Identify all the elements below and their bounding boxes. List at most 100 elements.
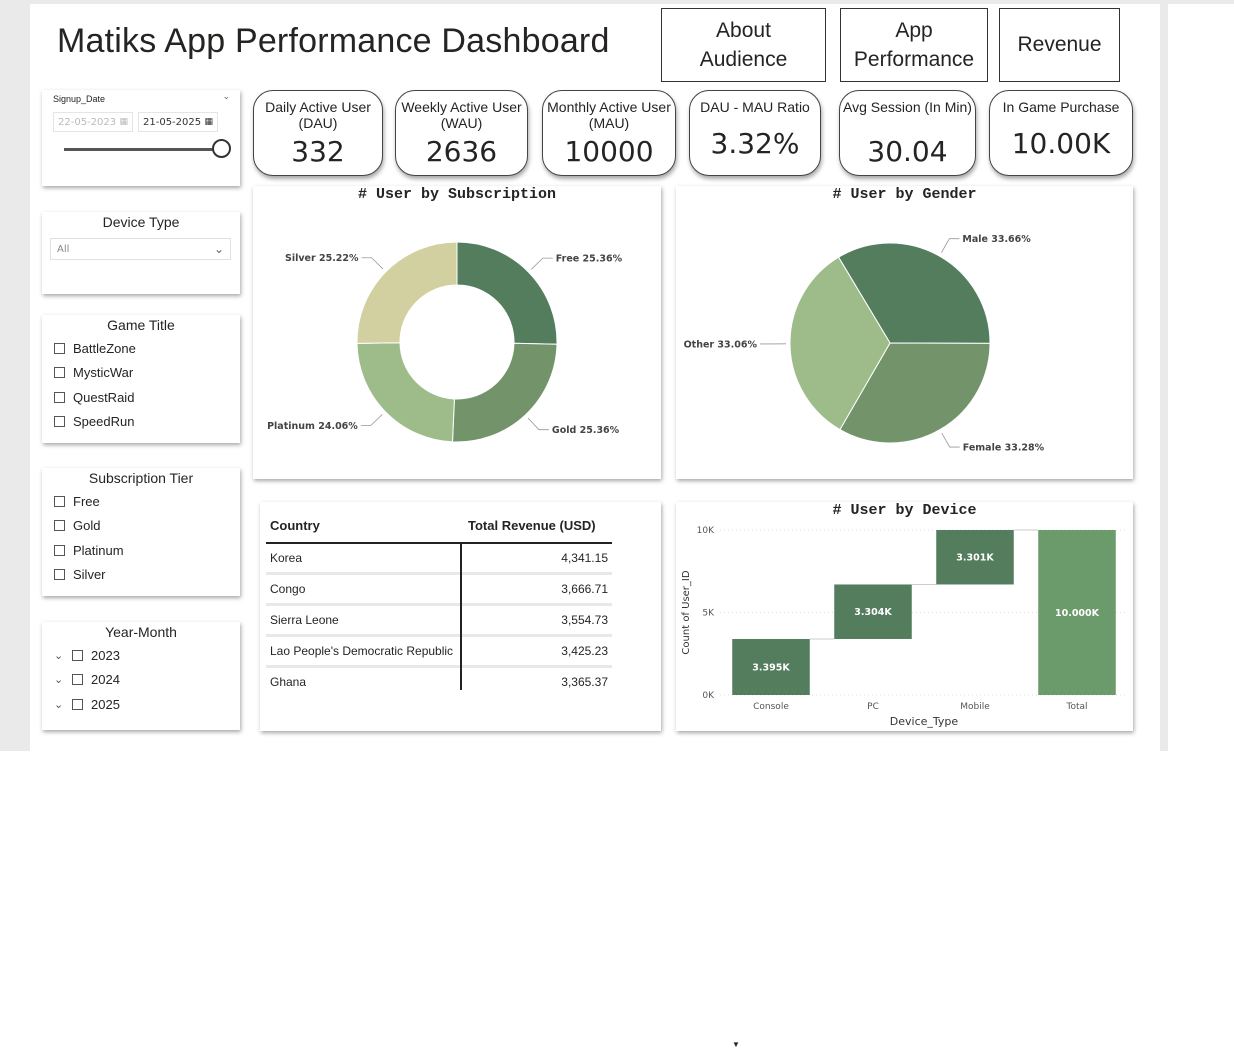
checkbox[interactable] <box>54 416 65 427</box>
slice-gold <box>452 343 556 442</box>
start-date-value: 22-05-2023 <box>58 117 116 128</box>
checkbox[interactable] <box>54 496 65 507</box>
kpi-card-dau-mau-ratio: DAU - MAU Ratio 3.32% <box>689 90 821 176</box>
checkbox-label: Gold <box>73 518 100 533</box>
checkbox-free[interactable]: Free <box>54 494 100 509</box>
table-row[interactable]: Sierra Leone3,554.73 <box>266 605 612 636</box>
device-type-slicer: Device Type All ⌄ <box>42 212 240 294</box>
checkbox-label: MysticWar <box>73 365 133 380</box>
checkbox[interactable] <box>54 343 65 354</box>
y-tick-label: 10K <box>697 526 715 536</box>
checkbox-mysticwar[interactable]: MysticWar <box>54 365 133 380</box>
kpi-value: 3.32% <box>690 127 820 160</box>
start-date-input[interactable]: 22-05-2023 ▦ <box>53 112 133 132</box>
end-date-value: 21-05-2025 <box>143 117 201 128</box>
table-column-divider <box>460 542 462 690</box>
device-type-dropdown[interactable]: All ⌄ <box>50 238 231 260</box>
app-performance-button[interactable]: App Performance <box>840 8 988 82</box>
calendar-icon[interactable]: ▦ <box>204 117 213 127</box>
country-cell: Congo <box>266 574 464 605</box>
checkbox-questraid[interactable]: QuestRaid <box>54 390 134 405</box>
device-chart-card: # User by Device 0K5K10KCount of User_ID… <box>676 502 1133 731</box>
slice-free <box>457 242 557 344</box>
checkbox-label: Platinum <box>73 543 124 558</box>
tree-item-2023[interactable]: ⌄ 2023 <box>54 648 120 663</box>
y-axis-label: Count of User_ID <box>681 570 692 654</box>
revenue-cell: 3,425.23 <box>464 636 612 667</box>
slice-label: Silver 25.22% <box>285 253 359 264</box>
checkbox[interactable] <box>54 569 65 580</box>
year-month-title: Year-Month <box>42 624 240 640</box>
x-tick-label: Console <box>753 702 789 712</box>
country-cell: Korea <box>266 543 464 574</box>
slice-label: Other 33.06% <box>684 339 758 350</box>
chevron-down-icon[interactable]: ⌄ <box>54 698 64 711</box>
revenue-button[interactable]: Revenue <box>999 8 1120 82</box>
kpi-label: Daily Active User (DAU) <box>254 99 382 131</box>
sort-desc-icon[interactable]: ▼ <box>732 1040 740 1049</box>
subscription-chart-card: # User by Subscription Free 25.36%Gold 2… <box>253 186 661 479</box>
checkbox-silver[interactable]: Silver <box>54 567 106 582</box>
date-range-track[interactable] <box>64 148 222 151</box>
date-range-handle[interactable] <box>212 139 231 158</box>
revenue-table: Country Total Revenue (USD)▼ Korea4,341.… <box>266 508 612 696</box>
leader-line <box>362 258 383 269</box>
leader-line <box>942 433 960 447</box>
kpi-label: DAU - MAU Ratio <box>690 99 820 115</box>
tree-item-2024[interactable]: ⌄ 2024 <box>54 672 120 687</box>
kpi-card-dau: Daily Active User (DAU) 332 <box>253 90 383 176</box>
table-row[interactable]: Ghana3,365.37 <box>266 667 612 697</box>
checkbox-speedrun[interactable]: SpeedRun <box>54 414 134 429</box>
leader-line <box>531 258 552 269</box>
kpi-value: 2636 <box>396 135 527 168</box>
device-waterfall-chart: 0K5K10KCount of User_IDDevice_Type3.395K… <box>676 502 1133 731</box>
column-header-total-revenue[interactable]: Total Revenue (USD)▼ <box>464 508 612 543</box>
chevron-down-icon[interactable]: ⌄ <box>54 673 64 686</box>
checkbox[interactable] <box>54 545 65 556</box>
checkbox-battlezone[interactable]: BattleZone <box>54 341 136 356</box>
slice-platinum <box>357 343 454 442</box>
about-audience-button[interactable]: About Audience <box>661 8 826 82</box>
checkbox[interactable] <box>54 367 65 378</box>
kpi-label: Monthly Active User (MAU) <box>543 99 675 131</box>
game-title-slicer: Game Title BattleZone MysticWar QuestRai… <box>42 315 240 443</box>
checkbox[interactable] <box>72 699 83 710</box>
checkbox-label: BattleZone <box>73 341 136 356</box>
calendar-icon[interactable]: ▦ <box>119 117 128 127</box>
device-type-selected: All <box>57 244 69 255</box>
device-type-title: Device Type <box>42 214 240 230</box>
table-row[interactable]: Korea4,341.15 <box>266 543 612 574</box>
checkbox-gold[interactable]: Gold <box>54 518 100 533</box>
tree-item-2025[interactable]: ⌄2025 <box>54 697 120 712</box>
table-row[interactable]: Lao People's Democratic Republic3,425.23 <box>266 636 612 667</box>
kpi-value: 10000 <box>543 135 675 168</box>
subscription-donut-chart: Free 25.36%Gold 25.36%Platinum 24.06%Sil… <box>253 186 661 479</box>
checkbox-label: Free <box>73 494 100 509</box>
x-axis-label: Device_Type <box>890 715 959 728</box>
revenue-cell: 3,365.37 <box>464 667 612 697</box>
end-date-input[interactable]: 21-05-2025 ▦ <box>138 112 218 132</box>
checkbox-platinum[interactable]: Platinum <box>54 543 124 558</box>
revenue-cell: 3,554.73 <box>464 605 612 636</box>
slice-silver <box>357 242 457 343</box>
kpi-value: 332 <box>254 135 382 168</box>
kpi-label: Weekly Active User (WAU) <box>396 99 527 131</box>
game-title-title: Game Title <box>42 317 240 333</box>
data-label: 3.304K <box>854 607 892 618</box>
checkbox[interactable] <box>72 674 83 685</box>
checkbox[interactable] <box>54 392 65 403</box>
checkbox[interactable] <box>54 520 65 531</box>
kpi-card-wau: Weekly Active User (WAU) 2636 <box>395 90 528 176</box>
kpi-label: In Game Purchase <box>990 99 1132 115</box>
chevron-down-icon[interactable]: ⌄ <box>54 649 64 662</box>
chevron-down-icon[interactable]: ⌄ <box>222 92 230 102</box>
table-row[interactable]: Congo3,666.71 <box>266 574 612 605</box>
x-tick-label: Total <box>1065 702 1087 712</box>
checkbox-label: Silver <box>73 567 106 582</box>
checkbox[interactable] <box>72 650 83 661</box>
checkbox-label: 2024 <box>91 672 120 687</box>
kpi-label: Avg Session (In Min) <box>840 99 975 115</box>
column-header-country[interactable]: Country <box>266 508 464 543</box>
kpi-card-in-game-purchase: In Game Purchase 10.00K <box>989 90 1133 176</box>
checkbox-label: 2023 <box>91 648 120 663</box>
